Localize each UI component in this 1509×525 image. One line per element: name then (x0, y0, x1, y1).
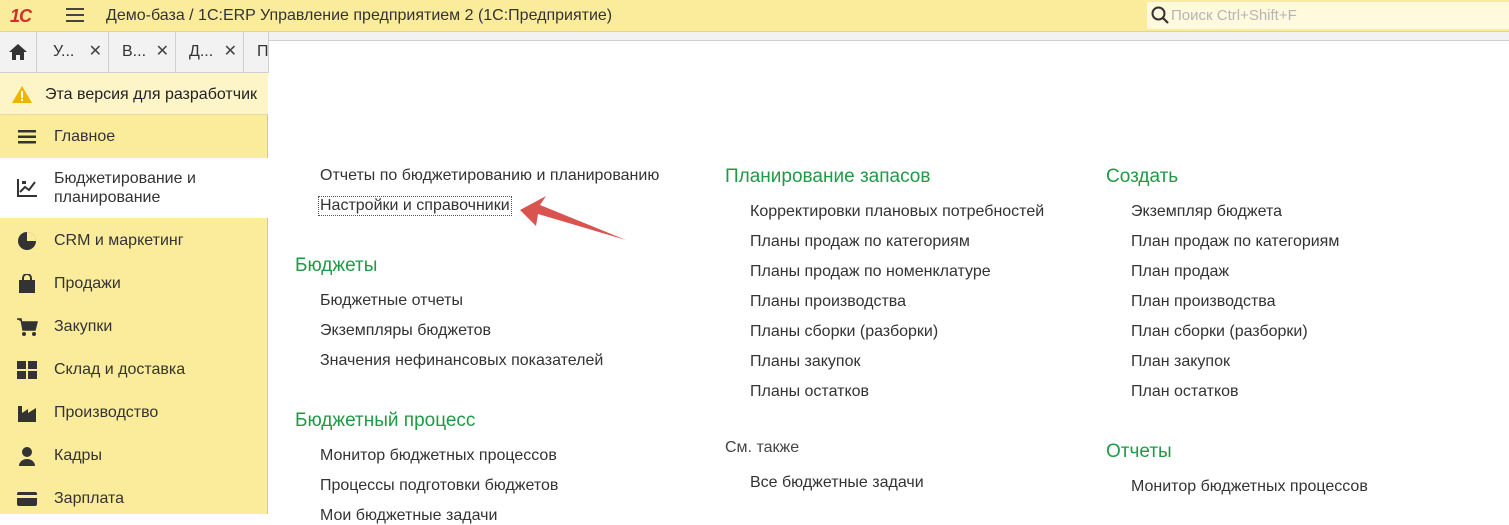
pie-chart-icon (16, 230, 38, 252)
section-heading-budget-process: Бюджетный процесс (295, 410, 476, 431)
sidebar-item-label: Производство (54, 404, 159, 421)
link-nonfinancial-values[interactable]: Значения нефинансовых показателей (320, 352, 603, 370)
link-create-purchase-plan[interactable]: План закупок (1131, 353, 1230, 371)
window-tab[interactable]: П (245, 32, 269, 72)
sidebar-item-label: Кадры (54, 447, 102, 464)
tab-label: П (257, 43, 269, 60)
warning-banner: Эта версия для разработчик (0, 73, 268, 115)
link-plan-corrections[interactable]: Корректировки плановых потребностей (750, 203, 1044, 221)
home-icon (9, 44, 27, 60)
link-create-assembly-plan[interactable]: План сборки (разборки) (1131, 323, 1308, 341)
link-create-sales-plan-category[interactable]: План продаж по категориям (1131, 233, 1339, 251)
link-budget-reports[interactable]: Бюджетные отчеты (320, 292, 463, 310)
link-budget-process-monitor[interactable]: Монитор бюджетных процессов (320, 447, 557, 465)
link-stock-plans[interactable]: Планы остатков (750, 383, 869, 401)
section-heading-reports: Отчеты (1106, 441, 1172, 462)
link-budget-instances[interactable]: Экземпляры бюджетов (320, 322, 491, 340)
close-icon[interactable]: ✕ (89, 32, 102, 72)
tab-label: У... (53, 43, 75, 60)
sidebar-item-label: Закупки (54, 318, 113, 335)
close-icon[interactable]: ✕ (156, 32, 169, 72)
section-heading-see-also: См. также (725, 439, 800, 456)
window-title: Демо-база / 1С:ERP Управление предприяти… (106, 7, 613, 24)
link-all-budget-tasks[interactable]: Все бюджетные задачи (750, 474, 924, 492)
section-panel: Отчеты по бюджетированию и планированию … (269, 40, 1509, 524)
tab-label: В... (122, 43, 147, 60)
link-budget-prep-processes[interactable]: Процессы подготовки бюджетов (320, 477, 558, 495)
menu-lines-icon (16, 126, 38, 148)
warning-text: Эта версия для разработчик (45, 86, 257, 103)
sidebar-item-purchases[interactable]: Закупки (0, 305, 268, 348)
sidebar-item-crm[interactable]: CRM и маркетинг (0, 219, 268, 262)
sections-panel: Главное Бюджетирование и планирование CR… (0, 115, 268, 514)
link-purchase-plans[interactable]: Планы закупок (750, 353, 861, 371)
main-menu-icon[interactable] (66, 8, 84, 22)
link-create-stock-plan[interactable]: План остатков (1131, 383, 1239, 401)
link-reports-budget-monitor[interactable]: Монитор бюджетных процессов (1131, 478, 1368, 496)
factory-icon (16, 402, 38, 424)
card-icon (16, 488, 38, 510)
shopping-bag-icon (16, 273, 38, 295)
section-heading-inventory-planning: Планирование запасов (725, 166, 931, 187)
cart-icon (16, 316, 38, 338)
search-icon[interactable] (1151, 6, 1169, 24)
home-tab[interactable] (0, 32, 37, 72)
budget-chart-icon (16, 177, 38, 199)
link-assembly-plans[interactable]: Планы сборки (разборки) (750, 323, 938, 341)
sidebar-item-label: Зарплата (54, 490, 125, 507)
link-create-sales-plan[interactable]: План продаж (1131, 263, 1229, 281)
search-box[interactable] (1147, 2, 1509, 29)
sidebar-item-label: Продажи (54, 275, 121, 292)
sidebar-item-label: Главное (54, 128, 116, 145)
warehouse-grid-icon (16, 359, 38, 381)
tab-label: Д... (189, 43, 214, 60)
sidebar-item-main[interactable]: Главное (0, 115, 268, 158)
title-bar: 1С Демо-база / 1С:ERP Управление предпри… (0, 0, 1509, 32)
link-create-production-plan[interactable]: План производства (1131, 293, 1276, 311)
link-sales-plans-nomenclature[interactable]: Планы продаж по номенклатуре (750, 263, 991, 281)
link-budget-reports-planning[interactable]: Отчеты по бюджетированию и планированию (320, 167, 659, 185)
section-heading-create: Создать (1106, 166, 1179, 187)
person-icon (16, 445, 38, 467)
link-production-plans[interactable]: Планы производства (750, 293, 906, 311)
link-my-budget-tasks[interactable]: Мои бюджетные задачи (320, 507, 497, 525)
close-icon[interactable]: ✕ (224, 32, 237, 72)
link-create-budget-instance[interactable]: Экземпляр бюджета (1131, 203, 1282, 221)
annotation-arrow-icon (520, 196, 626, 240)
link-settings-catalogs[interactable]: Настройки и справочники (318, 196, 512, 216)
sidebar-item-budgeting[interactable]: Бюджетирование и планирование (0, 158, 268, 218)
sidebar-item-label: Бюджетирование и планирование (54, 170, 196, 206)
window-tab[interactable]: В... ✕ (110, 32, 176, 72)
window-tab[interactable]: У... ✕ (41, 32, 109, 72)
sidebar-item-label: CRM и маркетинг (54, 232, 184, 249)
sidebar-item-sales[interactable]: Продажи (0, 262, 268, 305)
sidebar-item-production[interactable]: Производство (0, 391, 268, 434)
warning-icon (12, 86, 32, 103)
sidebar-item-hr[interactable]: Кадры (0, 434, 268, 477)
sidebar-item-warehouse[interactable]: Склад и доставка (0, 348, 268, 391)
sidebar-item-label: Склад и доставка (54, 361, 186, 378)
window-tab[interactable]: Д... ✕ (177, 32, 244, 72)
section-heading-budgets: Бюджеты (295, 255, 378, 276)
link-sales-plans-category[interactable]: Планы продаж по категориям (750, 233, 970, 251)
app-logo[interactable]: 1С (10, 6, 32, 27)
search-input[interactable] (1171, 5, 1501, 25)
